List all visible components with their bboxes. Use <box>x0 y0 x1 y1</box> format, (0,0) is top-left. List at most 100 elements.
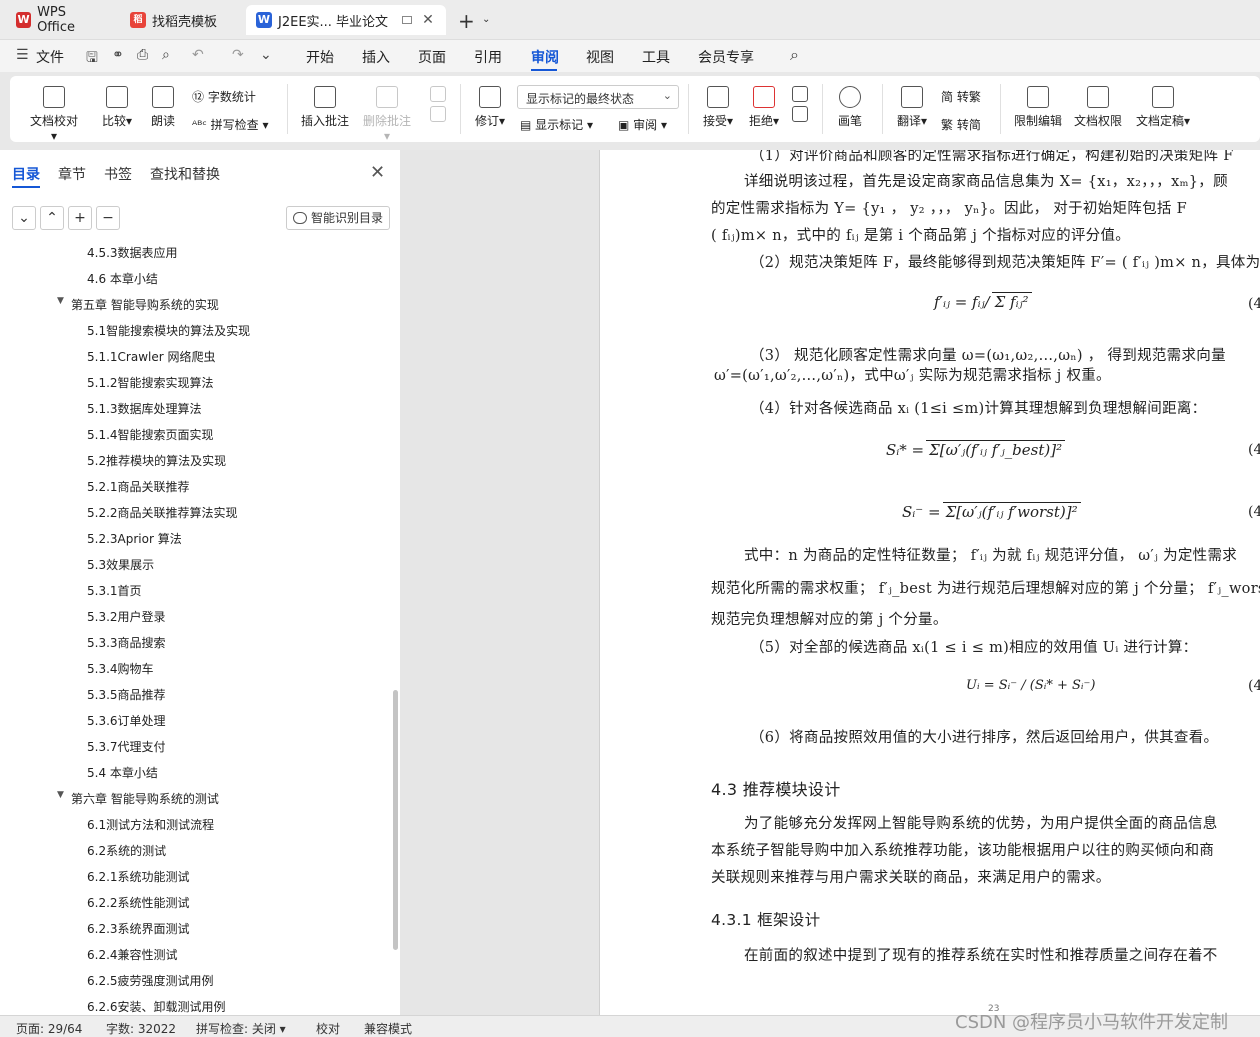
read-aloud-button[interactable]: 朗读 <box>148 86 178 129</box>
toc-item[interactable]: 5.1.4智能搜索页面实现 <box>87 426 214 443</box>
menu-member[interactable]: 会员专享 <box>698 47 754 67</box>
close-tab-icon[interactable]: ✕ <box>422 12 434 28</box>
comment-nav-button[interactable] <box>428 86 448 126</box>
revise-button[interactable]: 修订▾ <box>470 86 510 129</box>
print-icon[interactable]: ⎙ <box>137 47 148 63</box>
new-tab-icon[interactable]: + <box>458 9 475 33</box>
toc-item[interactable]: 5.1智能搜索模块的算法及实现 <box>87 322 250 339</box>
toc-item[interactable]: 6.2.1系统功能测试 <box>87 868 190 885</box>
page-indicator[interactable]: 页面: 29/64 <box>16 1020 82 1037</box>
sidebar-scrollbar[interactable] <box>393 690 398 950</box>
change-nav-button[interactable] <box>790 86 810 126</box>
menu-insert[interactable]: 插入 <box>362 47 390 67</box>
tab-template[interactable]: 稻 找稻壳模板 <box>120 5 240 35</box>
review-pane-button[interactable]: ▣ 审阅 ▾ <box>618 116 667 133</box>
pen-button[interactable]: 画笔 <box>834 86 866 129</box>
menu-start[interactable]: 开始 <box>306 47 334 67</box>
to-simplified-button[interactable]: 繁 转简 <box>941 116 981 133</box>
expand-arrow-icon[interactable]: ▼ <box>57 296 64 306</box>
toc-item[interactable]: 5.3效果展示 <box>87 556 154 573</box>
redo-icon[interactable]: ↷ <box>232 47 244 63</box>
toc-item[interactable]: 6.2.5疲劳强度测试用例 <box>87 972 214 989</box>
toc-item[interactable]: 5.4 本章小结 <box>87 764 158 781</box>
menu-icon[interactable]: ☰ <box>16 47 29 63</box>
word-count-button[interactable]: ⑫ 字数统计 <box>192 88 256 105</box>
compare-button[interactable]: 比较▾ <box>97 86 137 129</box>
toc-item[interactable]: 5.3.2用户登录 <box>87 608 166 625</box>
menu-file[interactable]: 文件 <box>36 47 64 67</box>
add-heading-button[interactable]: + <box>68 206 92 230</box>
undo-icon[interactable]: ↶ <box>192 47 204 63</box>
tab-document[interactable]: W J2EE实... 毕业论文 ✕ <box>246 5 446 35</box>
toc-chapter[interactable]: ▼ 第五章 智能导购系统的实现 <box>57 296 219 313</box>
save-icon[interactable]: 🖫 <box>86 47 98 71</box>
show-markup-button[interactable]: ▤ 显示标记 ▾ <box>520 116 593 133</box>
print-preview-icon[interactable]: ⌕ <box>162 47 170 63</box>
ribbon-divider <box>1000 84 1001 134</box>
toc-chapter[interactable]: ▼ 第六章 智能导购系统的测试 <box>57 790 219 807</box>
show-markup-icon: ▤ <box>520 118 536 132</box>
smart-toc-button[interactable]: 智能识别目录 <box>286 206 390 230</box>
toc-item[interactable]: 5.3.5商品推荐 <box>87 686 166 703</box>
markup-state-select[interactable]: 显示标记的最终状态 ⌄ <box>517 85 679 109</box>
tab-wps-office[interactable]: W WPS Office <box>6 5 114 35</box>
toc-item[interactable]: 5.1.1Crawler 网络爬虫 <box>87 348 215 365</box>
toc-item[interactable]: 5.2.1商品关联推荐 <box>87 478 190 495</box>
toc-item[interactable]: 4.5.3数据表应用 <box>87 244 178 261</box>
toc-item[interactable]: 4.6 本章小结 <box>87 270 158 287</box>
toc-item[interactable]: 6.2系统的测试 <box>87 842 166 859</box>
toc-item[interactable]: 5.3.4购物车 <box>87 660 154 677</box>
toc-item[interactable]: 6.2.4兼容性测试 <box>87 946 178 963</box>
link-icon[interactable]: ⚭ <box>112 47 124 63</box>
document-page[interactable]: （1）对评价商品和顾客的定性需求指标进行确定，构建初始的决策矩阵 F 详细说明该… <box>599 150 1260 1015</box>
tab-find-replace[interactable]: 查找和替换 <box>150 164 220 184</box>
remove-heading-button[interactable]: − <box>96 206 120 230</box>
menu-view[interactable]: 视图 <box>586 47 614 67</box>
toc-item[interactable]: 5.3.6订单处理 <box>87 712 166 729</box>
toc-item[interactable]: 5.3.7代理支付 <box>87 738 166 755</box>
collapse-up-button[interactable]: ⌃ <box>40 206 64 230</box>
reject-button[interactable]: 拒绝▾ <box>744 86 784 129</box>
toc-item[interactable]: 5.1.3数据库处理算法 <box>87 400 202 417</box>
toc-item[interactable]: 5.3.1首页 <box>87 582 142 599</box>
close-icon[interactable]: ✕ <box>370 162 385 183</box>
doc-paragraph: （2）规范决策矩阵 F，最终能够得到规范决策矩阵 F′= ( f′ᵢⱼ )m× … <box>750 255 1260 271</box>
accept-button[interactable]: 接受▾ <box>698 86 738 129</box>
menu-tools[interactable]: 工具 <box>642 47 670 67</box>
toc-item[interactable]: 6.1测试方法和测试流程 <box>87 816 214 833</box>
to-traditional-button[interactable]: 简 转繁 <box>941 88 981 105</box>
toc-item[interactable]: 6.2.6安装、卸载测试用例 <box>87 998 226 1015</box>
restrict-edit-button[interactable]: 限制编辑 <box>1012 86 1064 129</box>
toc-item[interactable]: 5.2.2商品关联推荐算法实现 <box>87 504 238 521</box>
tab-chapters[interactable]: 章节 <box>58 164 86 184</box>
toc-item[interactable]: 6.2.3系统界面测试 <box>87 920 190 937</box>
insert-comment-button[interactable]: 插入批注 <box>300 86 350 129</box>
word-count[interactable]: 字数: 32022 <box>106 1020 176 1037</box>
toc-item[interactable]: 5.3.3商品搜索 <box>87 634 166 651</box>
doc-finalize-button[interactable]: 文档定稿▾ <box>1132 86 1194 129</box>
delete-comment-button[interactable]: 删除批注▾ <box>360 86 414 143</box>
translate-button[interactable]: 翻译▾ <box>892 86 932 129</box>
expand-arrow-icon[interactable]: ▼ <box>57 790 64 800</box>
toc-item[interactable]: 5.1.2智能搜索实现算法 <box>87 374 214 391</box>
doc-paragraph: 规范化所需的需求权重； f′ⱼ_best 为进行规范后理想解对应的第 j 个分量… <box>711 581 1260 597</box>
toc-item[interactable]: 5.2推荐模块的算法及实现 <box>87 452 226 469</box>
search-icon[interactable]: ⌕ <box>790 45 799 65</box>
more-icon[interactable]: ⌄ <box>260 47 272 63</box>
spell-check-button[interactable]: ᴬᴮᶜ 拼写检查 ▾ <box>192 116 268 133</box>
proofread-status[interactable]: 校对 <box>316 1020 340 1037</box>
doc-check-button[interactable]: 文档校对▾ <box>28 86 80 143</box>
window-icon[interactable] <box>402 16 413 24</box>
menu-page[interactable]: 页面 <box>418 47 446 67</box>
spell-check-status[interactable]: 拼写检查: 关闭 ▾ <box>196 1020 286 1037</box>
tab-bookmarks[interactable]: 书签 <box>104 164 132 184</box>
chevron-down-icon[interactable]: ⌄ <box>482 14 490 25</box>
permission-icon <box>1087 86 1109 108</box>
doc-permission-button[interactable]: 文档权限 <box>1072 86 1124 129</box>
menu-review[interactable]: 审阅 <box>531 47 559 67</box>
toc-item[interactable]: 6.2.2系统性能测试 <box>87 894 190 911</box>
expand-down-button[interactable]: ⌄ <box>12 206 36 230</box>
tab-toc[interactable]: 目录 <box>12 164 40 184</box>
toc-item[interactable]: 5.2.3Aprior 算法 <box>87 530 182 547</box>
menu-references[interactable]: 引用 <box>474 47 502 67</box>
